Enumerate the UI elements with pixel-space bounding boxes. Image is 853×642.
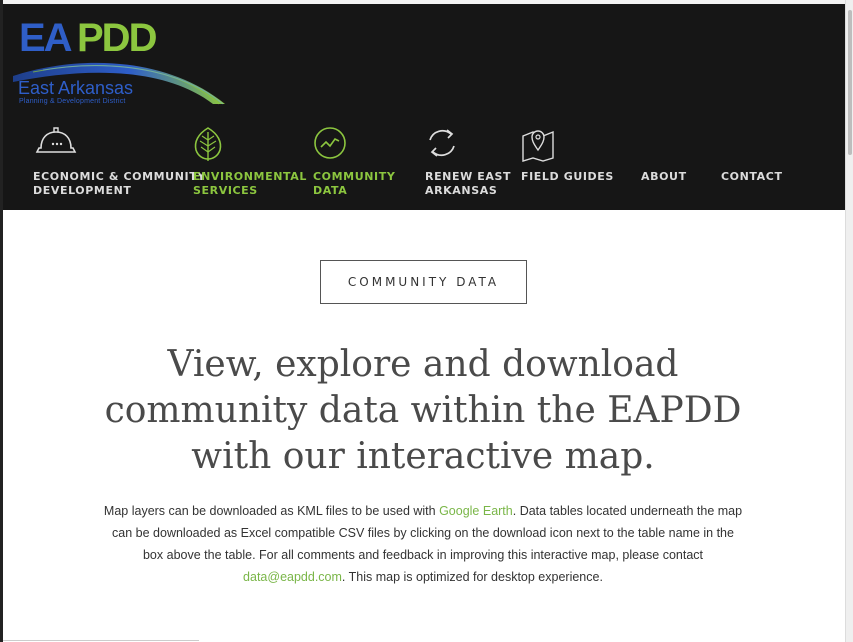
nav-community-line1: Community bbox=[313, 170, 396, 183]
nav-community-line2: Data bbox=[313, 184, 348, 197]
logo-pdd: PDD bbox=[77, 16, 157, 60]
site-header: EA PDD East Arkansas Planning & Developm… bbox=[3, 4, 845, 210]
logo-region: East Arkansas bbox=[18, 78, 134, 98]
nav-renew-line2: Arkansas bbox=[425, 184, 498, 197]
google-earth-link[interactable]: Google Earth bbox=[439, 504, 513, 518]
page-headline: View, explore and download community dat… bbox=[104, 344, 742, 477]
nav-contact[interactable]: Contact bbox=[721, 170, 783, 184]
nav-field-guides[interactable]: Field Guides bbox=[521, 126, 614, 184]
email-link[interactable]: data@eapdd.com bbox=[243, 570, 342, 584]
nav-contact-label: Contact bbox=[721, 170, 783, 183]
nav-economic[interactable]: Economic & Community Development bbox=[33, 126, 206, 198]
logo-ea: EA bbox=[19, 16, 73, 60]
nav-community-data[interactable]: Community Data bbox=[313, 126, 395, 198]
map-pin-icon bbox=[521, 126, 614, 162]
nav-about-label: About bbox=[641, 170, 687, 183]
intro-text-1: Map layers can be downloaded as KML file… bbox=[103, 504, 440, 518]
nav-field-guides-line1: Field Guides bbox=[521, 170, 614, 183]
divider bbox=[3, 640, 199, 641]
logo-subtitle: Planning & Development District bbox=[19, 98, 126, 105]
intro-paragraph: Map layers can be downloaded as KML file… bbox=[103, 500, 743, 588]
chart-circle-icon bbox=[313, 126, 395, 162]
leaf-icon bbox=[193, 126, 307, 162]
nav-renew[interactable]: reNEW East Arkansas bbox=[425, 126, 511, 198]
page-frame: EA PDD East Arkansas Planning & Developm… bbox=[3, 4, 845, 642]
refresh-icon bbox=[425, 126, 511, 162]
scrollbar-thumb[interactable] bbox=[848, 10, 852, 155]
nav-economic-line2: Development bbox=[33, 184, 132, 197]
community-data-button[interactable]: COMMUNITY DATA bbox=[320, 260, 527, 304]
nav-environmental-line1: Environmental bbox=[193, 170, 307, 183]
nav-environmental-line2: Services bbox=[193, 184, 258, 197]
hardhat-icon bbox=[33, 126, 206, 162]
eapdd-logo[interactable]: EA PDD East Arkansas Planning & Developm… bbox=[13, 16, 228, 108]
nav-about[interactable]: About bbox=[641, 170, 687, 184]
nav-environmental[interactable]: Environmental Services bbox=[193, 126, 307, 198]
intro-text-3: . This map is optimized for desktop expe… bbox=[341, 570, 603, 584]
nav-economic-line1: Economic & Community bbox=[33, 170, 206, 183]
nav-renew-line1: reNEW East bbox=[425, 170, 512, 183]
